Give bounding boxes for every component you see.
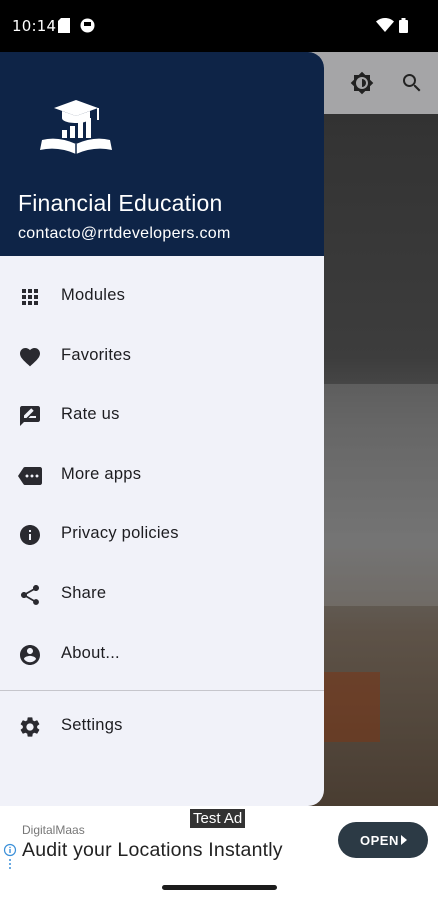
drawer-email: contacto@rrtdevelopers.com [18,225,231,242]
menu-item-rate-us[interactable]: Rate us [0,387,324,447]
test-ad-badge: Test Ad [190,809,246,828]
menu-item-label: More apps [61,464,142,483]
menu-item-label: Rate us [61,405,120,424]
menu-item-privacy-policies[interactable]: Privacy policies [0,506,324,566]
app-notification-icon [80,18,95,33]
sd-card-icon [58,18,70,33]
menu-item-more-apps[interactable]: More apps [0,447,324,507]
grid-icon [22,289,38,305]
menu-item-settings[interactable]: Settings [0,698,324,758]
status-bar: 10:14 [0,0,438,52]
menu-item-favorites[interactable]: Favorites [0,328,324,388]
ad-info-icon[interactable] [3,843,17,871]
menu-item-modules[interactable]: Modules [0,268,324,328]
heart-icon [20,347,40,366]
menu-item-label: Modules [61,286,126,304]
ad-open-button[interactable]: OPEN [338,822,428,858]
menu-divider [0,690,324,691]
ad-headline: Audit your Locations Instantly [22,839,283,861]
rate-review-icon [20,406,40,427]
menu-item-label: About... [61,643,120,662]
account-circle-icon [20,644,40,665]
navigation-drawer: Financial Education contacto@rrtdevelope… [0,52,324,806]
more-apps-icon [18,466,42,485]
drawer-title: Financial Education [18,190,223,216]
drawer-header: Financial Education contacto@rrtdevelope… [0,52,324,256]
ad-advertiser: DigitalMaas [22,823,85,837]
wifi-icon [376,18,394,32]
status-time: 10:14 [12,17,57,35]
drawer-menu: Modules Favorites Rate us More apps Priv… [0,268,324,685]
menu-item-label: Share [61,583,107,602]
ad-open-label: OPEN [360,833,399,848]
home-gesture-handle[interactable] [162,885,277,890]
system-nav-bar [0,876,438,900]
menu-item-label: Privacy policies [61,524,179,543]
menu-item-label: Favorites [61,345,132,364]
battery-icon [399,18,408,33]
ad-banner[interactable]: Test Ad DigitalMaas Audit your Locations… [0,806,438,876]
info-icon [20,525,40,546]
menu-item-about[interactable]: About... [0,626,324,686]
gear-icon [20,717,40,737]
share-icon [21,584,39,605]
menu-item-label: Settings [61,716,123,734]
graduation-logo-icon [40,100,112,154]
play-arrow-icon [401,835,407,845]
menu-item-share[interactable]: Share [0,566,324,626]
